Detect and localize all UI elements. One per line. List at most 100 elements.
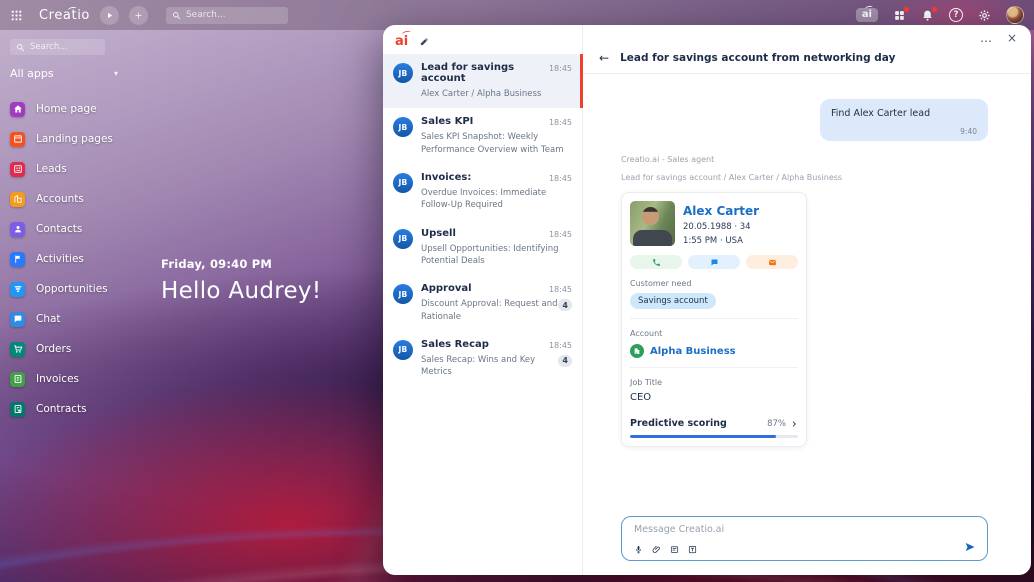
account-row[interactable]: Alpha Business [630,344,798,358]
conversation-avatar: JB [393,63,413,83]
accounts-icon [10,192,25,207]
plus-icon [134,11,143,20]
sidebar-item-opportunities[interactable]: Opportunities [10,274,190,304]
sidebar-item-leads[interactable]: Leads [10,154,190,184]
message-button[interactable] [688,255,740,269]
contact-card: Alex Carter 20.05.1988 · 34 1:55 PM · US… [621,192,807,447]
conversation-item-sales-kpi[interactable]: JBSales KPISales KPI Snapshot: Weekly Pe… [383,108,582,164]
opportunities-icon [10,282,25,297]
thread-panel: … × ← Lead for savings account from netw… [583,25,1031,575]
phone-button[interactable] [630,255,682,269]
customer-need-chip[interactable]: Savings account [630,293,716,309]
conversation-avatar: JB [393,173,413,193]
chevron-right-icon [790,420,798,428]
sidebar-search-input[interactable] [30,42,100,52]
conversation-subtitle: Overdue Invoices: Immediate Follow-Up Re… [421,187,572,212]
sidebar-item-invoices[interactable]: Invoices [10,364,190,394]
sidebar-item-label: Chat [36,313,61,325]
sidebar-item-label: Contacts [36,223,82,235]
desktop: Creatio ai ? All apps ▾ Home pageLanding… [0,0,1034,582]
app-launcher-icon[interactable] [10,9,23,22]
conversation-subtitle: Alex Carter / Alpha Business [421,88,572,100]
orders-icon [10,342,25,357]
user-avatar[interactable] [1006,6,1024,24]
sidebar: All apps ▾ Home page Landing pages Leads Ac… [0,30,200,582]
scoring-label: Predictive scoring [630,418,727,429]
conversation-subtitle: Sales Recap: Wins and Key Metrics [421,354,572,379]
unread-badge: 4 [558,299,572,311]
sidebar-item-label: Contracts [36,403,87,415]
account-label: Account [630,329,798,338]
conversation-item-invoices[interactable]: JBInvoices:Overdue Invoices: Immediate F… [383,164,582,220]
agent-meta: Creatio.ai - Sales agent Lead for saving… [621,155,988,182]
help-icon[interactable]: ? [949,8,963,22]
workspace-selector[interactable]: All apps ▾ [10,67,118,80]
search-icon [172,11,181,20]
settings-gear-icon[interactable] [978,9,991,22]
sidebar-item-contacts[interactable]: Contacts [10,214,190,244]
add-button[interactable] [129,6,148,25]
apps-grid-icon[interactable] [893,9,906,22]
global-search[interactable] [166,7,288,24]
sidebar-item-home-page[interactable]: Home page [10,94,190,124]
conversation-time: 18:45 [549,118,572,127]
sidebar-item-accounts[interactable]: Accounts [10,184,190,214]
conversation-subtitle: Discount Approval: Request and Rationale [421,298,572,323]
conversation-subtitle: Upsell Opportunities: Identifying Potent… [421,243,572,268]
compose-icon[interactable] [419,36,430,47]
predictive-scoring-row[interactable]: Predictive scoring 87% [630,418,798,429]
play-icon [105,11,114,20]
microphone-icon[interactable] [634,545,643,554]
contracts-icon [10,402,25,417]
close-icon[interactable]: × [1007,32,1017,44]
attachment-icon[interactable] [652,545,661,554]
sidebar-item-orders[interactable]: Orders [10,334,190,364]
conversation-item-lead-for-savings-account[interactable]: JBLead for savings accountAlex Carter / … [383,54,582,108]
back-arrow-icon[interactable]: ← [599,52,609,64]
ai-assistant-button[interactable]: ai [856,8,878,22]
more-options-icon[interactable]: … [980,32,992,44]
landing-pages-icon [10,132,25,147]
send-icon[interactable] [964,541,976,553]
scoring-progress-track [630,435,798,438]
sidebar-item-label: Orders [36,343,71,355]
email-icon [768,258,777,267]
sidebar-item-label: Accounts [36,193,84,205]
leads-icon [10,162,25,177]
user-message-bubble: Find Alex Carter lead 9:40 [820,99,988,141]
sidebar-item-landing-pages[interactable]: Landing pages [10,124,190,154]
thread-header: ← Lead for savings account from networki… [583,52,1031,74]
contact-name-link[interactable]: Alex Carter [683,204,759,218]
sidebar-item-chat[interactable]: Chat [10,304,190,334]
conversation-item-sales-recap[interactable]: JBSales RecapSales Recap: Wins and Key M… [383,331,582,387]
play-button[interactable] [100,6,119,25]
conversation-avatar: JB [393,229,413,249]
conversation-avatar: JB [393,340,413,360]
conversation-list-header: ai [383,25,582,54]
sidebar-item-contracts[interactable]: Contracts [10,394,190,424]
message-composer[interactable] [621,516,988,561]
prompt-list-icon[interactable] [670,545,679,554]
activities-icon [10,252,25,267]
conversation-item-approval[interactable]: JBApprovalDiscount Approval: Request and… [383,275,582,331]
sidebar-search[interactable] [10,39,105,55]
chat-icon [10,312,25,327]
scoring-progress-fill [630,435,776,438]
email-button[interactable] [746,255,798,269]
account-link[interactable]: Alpha Business [650,346,736,357]
contact-card-top: Alex Carter 20.05.1988 · 34 1:55 PM · US… [630,201,798,246]
sidebar-item-activities[interactable]: Activities [10,244,190,274]
text-format-icon[interactable] [688,545,697,554]
scoring-value-wrap: 87% [767,419,798,429]
conversation-item-upsell[interactable]: JBUpsellUpsell Opportunities: Identifyin… [383,220,582,276]
sidebar-item-label: Leads [36,163,67,175]
notifications-bell-icon[interactable] [921,9,934,22]
conversation-subtitle: Sales KPI Snapshot: Weekly Performance O… [421,131,572,156]
sidebar-item-label: Landing pages [36,133,113,145]
conversation-avatar: JB [393,284,413,304]
global-search-input[interactable] [186,10,276,20]
composer-toolbar [634,545,697,554]
sidebar-item-label: Invoices [36,373,79,385]
contact-local-time: 1:55 PM · USA [683,236,759,246]
composer-input[interactable] [634,524,884,535]
